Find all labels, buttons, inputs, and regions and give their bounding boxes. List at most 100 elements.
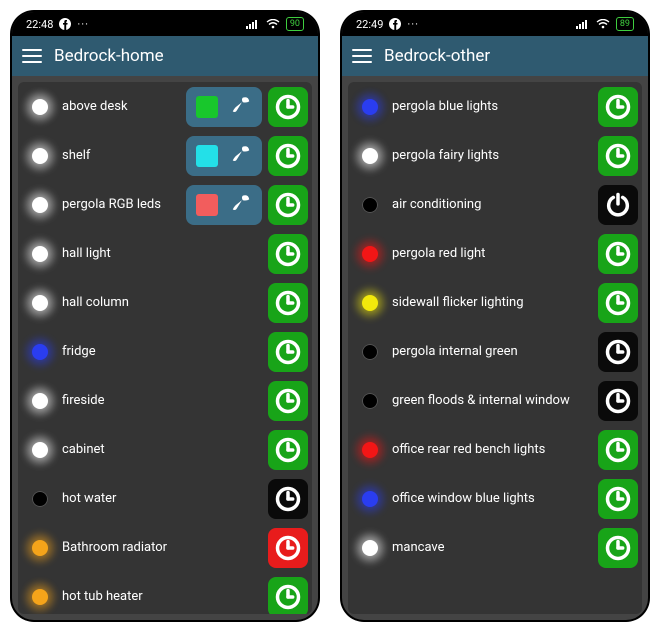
device-row[interactable]: Bathroom radiator — [18, 523, 312, 572]
hamburger-icon[interactable] — [22, 49, 42, 63]
schedule-button[interactable] — [268, 479, 308, 519]
schedule-button[interactable] — [268, 332, 308, 372]
device-row[interactable]: sidewall flicker lighting — [348, 278, 642, 327]
device-row[interactable]: pergola fairy lights — [348, 131, 642, 180]
color-swatch[interactable] — [196, 194, 218, 216]
schedule-button[interactable] — [598, 136, 638, 176]
hamburger-icon[interactable] — [352, 49, 372, 63]
device-label: hot water — [62, 491, 268, 506]
clock-icon — [274, 142, 302, 170]
schedule-button[interactable] — [268, 234, 308, 274]
schedule-button[interactable] — [268, 528, 308, 568]
device-row[interactable]: fridge — [18, 327, 312, 376]
clock-icon — [274, 191, 302, 219]
device-status-dot — [32, 589, 48, 605]
device-row[interactable]: pergola internal green — [348, 327, 642, 376]
schedule-button[interactable] — [598, 430, 638, 470]
brush-icon — [230, 143, 252, 165]
page-title: Bedrock-home — [54, 46, 164, 66]
device-row[interactable]: office rear red bench lights — [348, 425, 642, 474]
device-label: pergola RGB leds — [62, 197, 186, 212]
device-label: fireside — [62, 393, 268, 408]
device-row[interactable]: pergola red light — [348, 229, 642, 278]
brush-button[interactable] — [230, 94, 252, 120]
rgb-control[interactable] — [186, 87, 262, 127]
schedule-button[interactable] — [268, 136, 308, 176]
rgb-control[interactable] — [186, 136, 262, 176]
device-status-dot — [362, 344, 378, 360]
device-row[interactable]: office window blue lights — [348, 474, 642, 523]
schedule-button[interactable] — [268, 283, 308, 323]
schedule-button[interactable] — [598, 87, 638, 127]
schedule-button[interactable] — [598, 381, 638, 421]
device-row[interactable]: green floods & internal window — [348, 376, 642, 425]
dots-icon: ··· — [407, 18, 419, 31]
schedule-button[interactable] — [268, 185, 308, 225]
phone-frame: 22:48 ··· 90 Bedrock-home above desk shel… — [10, 10, 320, 622]
brush-button[interactable] — [230, 143, 252, 169]
clock-icon — [274, 240, 302, 268]
wifi-icon — [266, 19, 280, 29]
device-label: air conditioning — [392, 197, 598, 212]
clock-icon — [274, 534, 302, 562]
device-label: cabinet — [62, 442, 268, 457]
wifi-icon — [596, 19, 610, 29]
device-row[interactable]: air conditioning — [348, 180, 642, 229]
device-row[interactable]: fireside — [18, 376, 312, 425]
signal-icon — [576, 19, 590, 29]
clock-icon — [274, 93, 302, 121]
schedule-button[interactable] — [268, 577, 308, 615]
device-status-dot — [32, 148, 48, 164]
device-row[interactable]: cabinet — [18, 425, 312, 474]
facebook-icon — [59, 18, 71, 30]
device-row[interactable]: shelf — [18, 131, 312, 180]
device-label: Bathroom radiator — [62, 540, 268, 555]
device-row[interactable]: hall column — [18, 278, 312, 327]
rgb-control[interactable] — [186, 185, 262, 225]
device-label: pergola red light — [392, 246, 598, 261]
schedule-button[interactable] — [598, 479, 638, 519]
device-status-dot — [32, 393, 48, 409]
signal-icon — [246, 19, 260, 29]
device-row[interactable]: hot tub heater — [18, 572, 312, 614]
brush-icon — [230, 94, 252, 116]
device-row[interactable]: mancave — [348, 523, 642, 572]
schedule-button[interactable] — [598, 234, 638, 274]
color-swatch[interactable] — [196, 96, 218, 118]
power-button[interactable] — [598, 185, 638, 225]
device-row[interactable]: above desk — [18, 82, 312, 131]
facebook-icon — [389, 18, 401, 30]
device-status-dot — [362, 540, 378, 556]
device-row[interactable]: hall light — [18, 229, 312, 278]
clock-icon — [274, 338, 302, 366]
clock-icon — [604, 93, 632, 121]
device-status-dot — [362, 246, 378, 262]
schedule-button[interactable] — [268, 87, 308, 127]
device-row[interactable]: hot water — [18, 474, 312, 523]
device-row[interactable]: pergola RGB leds — [18, 180, 312, 229]
device-status-dot — [362, 393, 378, 409]
clock-icon — [604, 534, 632, 562]
status-time: 22:48 — [26, 18, 53, 31]
device-label: office rear red bench lights — [392, 442, 598, 457]
status-bar: 22:48 ··· 90 — [12, 12, 318, 36]
clock-icon — [274, 485, 302, 513]
brush-icon — [230, 192, 252, 214]
schedule-button[interactable] — [268, 381, 308, 421]
status-battery: 89 — [616, 17, 634, 31]
brush-button[interactable] — [230, 192, 252, 218]
device-status-dot — [32, 344, 48, 360]
schedule-button[interactable] — [268, 430, 308, 470]
device-status-dot — [362, 295, 378, 311]
clock-icon — [604, 142, 632, 170]
clock-icon — [274, 436, 302, 464]
device-row[interactable]: pergola blue lights — [348, 82, 642, 131]
status-bar: 22:49 ··· 89 — [342, 12, 648, 36]
app-bar: Bedrock-other — [342, 36, 648, 76]
clock-icon — [274, 583, 302, 611]
clock-icon — [604, 289, 632, 317]
schedule-button[interactable] — [598, 332, 638, 372]
schedule-button[interactable] — [598, 528, 638, 568]
color-swatch[interactable] — [196, 145, 218, 167]
schedule-button[interactable] — [598, 283, 638, 323]
